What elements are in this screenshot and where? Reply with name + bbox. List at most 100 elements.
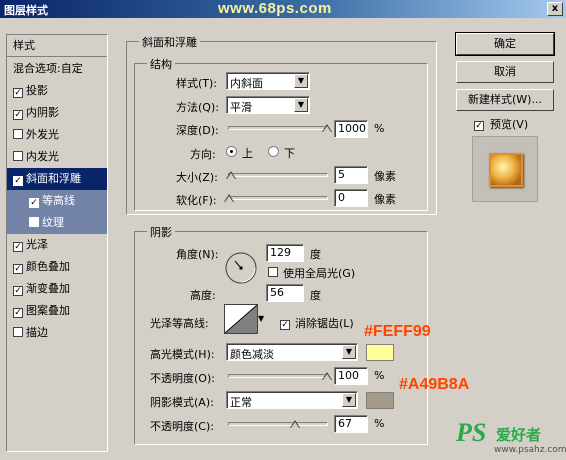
style-list-item[interactable]: ✓ 图案叠加 — [7, 300, 107, 322]
checkbox-icon[interactable]: ✓ — [13, 286, 23, 296]
highlight-mode-label: 高光模式(H): — [150, 348, 215, 361]
style-select-value: 内斜面 — [230, 77, 263, 90]
watermark-bottom: PS 爱好者 www.psahz.com — [456, 418, 566, 458]
style-list-item-label: 渐变叠加 — [26, 282, 70, 295]
global-light-label: 使用全局光(G) — [283, 267, 356, 280]
checkbox-icon[interactable]: ✓ — [29, 198, 39, 208]
angle-dial[interactable] — [224, 251, 258, 285]
checkbox-icon — [268, 267, 278, 277]
style-list-item[interactable]: ✓ 投影 — [7, 80, 107, 102]
style-list-item[interactable]: 描边 — [7, 322, 107, 344]
cancel-button[interactable]: 取消 — [456, 61, 554, 83]
preview-swatch-image — [489, 153, 523, 187]
checkbox-icon[interactable]: ✓ — [13, 176, 23, 186]
shadow-opacity-slider-track[interactable] — [228, 422, 328, 426]
method-select-value: 平滑 — [230, 101, 252, 114]
angle-input[interactable]: 129 — [266, 244, 304, 262]
direction-down-label: 下 — [284, 147, 295, 160]
shadow-opacity-input[interactable]: 67 — [334, 415, 368, 433]
shading-title: 阴影 — [147, 224, 175, 240]
highlight-opacity-unit: % — [374, 369, 385, 382]
shadow-mode-value: 正常 — [230, 396, 252, 409]
style-list-item[interactable]: 纹理 — [7, 212, 107, 234]
size-slider-thumb[interactable] — [226, 171, 236, 179]
shadow-color-annotation: #A49B8A — [399, 376, 470, 393]
contour-dropdown-icon[interactable]: ▼ — [258, 313, 266, 325]
altitude-input[interactable]: 56 — [266, 284, 304, 302]
checkbox-icon[interactable]: ✓ — [13, 308, 23, 318]
depth-label: 深度(D): — [176, 124, 219, 137]
depth-slider-track[interactable] — [228, 126, 328, 130]
style-list-item[interactable]: ✓ 颜色叠加 — [7, 256, 107, 278]
depth-unit: % — [374, 122, 385, 135]
style-list-item-label: 图案叠加 — [26, 304, 70, 317]
size-unit: 像素 — [374, 170, 396, 183]
ok-button[interactable]: 确定 — [455, 32, 555, 56]
angle-dial-icon — [225, 252, 257, 284]
checkbox-icon[interactable]: ✓ — [13, 88, 23, 98]
chevron-down-icon: ▼ — [342, 393, 356, 407]
highlight-opacity-slider-track[interactable] — [228, 374, 328, 378]
angle-unit: 度 — [310, 248, 321, 261]
anti-alias-checkbox[interactable]: ✓ — [280, 316, 293, 330]
style-list-item-label: 内发光 — [26, 150, 59, 163]
shadow-opacity-slider-thumb[interactable] — [290, 420, 300, 428]
style-select[interactable]: 内斜面 ▼ — [226, 72, 310, 90]
highlight-mode-value: 颜色减淡 — [230, 348, 274, 361]
close-button[interactable]: x — [547, 2, 563, 16]
soften-slider-track[interactable] — [228, 196, 328, 200]
soften-input[interactable]: 0 — [334, 189, 368, 207]
size-slider-track[interactable] — [228, 173, 328, 177]
blend-options-item[interactable]: 混合选项:自定 — [7, 58, 107, 80]
shadow-opacity-unit: % — [374, 417, 385, 430]
highlight-color-swatch[interactable] — [366, 344, 394, 361]
shadow-opacity-label: 不透明度(C): — [150, 420, 214, 433]
checkbox-icon[interactable]: ✓ — [13, 110, 23, 120]
highlight-opacity-input[interactable]: 100 — [334, 367, 368, 385]
shadow-color-swatch[interactable] — [366, 392, 394, 409]
chevron-down-icon: ▼ — [294, 98, 308, 112]
highlight-mode-select[interactable]: 颜色减淡 ▼ — [226, 343, 358, 361]
watermark-logo: PS — [456, 418, 487, 447]
checkbox-icon[interactable]: ✓ — [13, 242, 23, 252]
global-light-checkbox[interactable] — [268, 266, 281, 279]
style-list-item[interactable]: ✓ 等高线 — [7, 190, 107, 212]
soften-label: 软化(F): — [176, 194, 217, 207]
style-list-item-label: 外发光 — [26, 128, 59, 141]
soften-slider-thumb[interactable] — [224, 194, 234, 202]
direction-up-radio[interactable] — [226, 146, 237, 157]
style-list-item[interactable]: ✓ 光泽 — [7, 234, 107, 256]
preview-label: 预览(V) — [490, 118, 529, 131]
checkbox-icon[interactable] — [13, 129, 23, 139]
shadow-mode-label: 阴影模式(A): — [150, 396, 214, 409]
gloss-contour-swatch[interactable] — [224, 304, 258, 334]
checkbox-icon[interactable] — [13, 327, 23, 337]
style-list-item[interactable]: ✓ 斜面和浮雕 — [7, 168, 107, 190]
window-title: 图层样式 — [4, 4, 48, 17]
size-input[interactable]: 5 — [334, 166, 368, 184]
direction-down-radio[interactable] — [268, 146, 279, 157]
shadow-mode-select[interactable]: 正常 ▼ — [226, 391, 358, 409]
altitude-unit: 度 — [310, 289, 321, 302]
style-list-item[interactable]: 外发光 — [7, 124, 107, 146]
depth-input[interactable]: 1000 — [334, 120, 368, 138]
depth-slider-thumb[interactable] — [322, 124, 332, 132]
checkbox-icon[interactable]: ✓ — [13, 264, 23, 274]
preview-checkbox[interactable]: ✓ — [474, 117, 487, 131]
style-list-item[interactable]: ✓ 渐变叠加 — [7, 278, 107, 300]
style-list-item-label: 光泽 — [26, 238, 48, 251]
style-list-item[interactable]: 内发光 — [7, 146, 107, 168]
style-list-item-label: 纹理 — [42, 216, 64, 229]
method-select[interactable]: 平滑 ▼ — [226, 96, 310, 114]
style-list-header[interactable]: 样式 — [7, 35, 107, 57]
method-label: 方法(Q): — [176, 101, 219, 114]
gloss-contour-label: 光泽等高线: — [150, 317, 209, 330]
direction-label: 方向: — [190, 148, 216, 161]
checkbox-icon[interactable] — [13, 151, 23, 161]
style-list-item-label: 描边 — [26, 326, 48, 339]
highlight-opacity-slider-thumb[interactable] — [322, 372, 332, 380]
checkbox-icon[interactable] — [29, 217, 39, 227]
style-list-item[interactable]: ✓ 内阴影 — [7, 102, 107, 124]
new-style-button[interactable]: 新建样式(W)... — [456, 89, 554, 111]
style-list-item-label: 等高线 — [42, 194, 75, 207]
